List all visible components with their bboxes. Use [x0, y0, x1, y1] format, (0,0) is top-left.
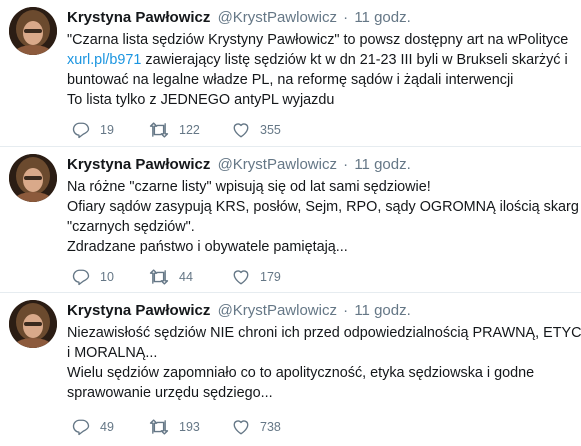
tweet[interactable]: Krystyna Pawłowicz @KrystPawlowicz · 11 …	[0, 147, 581, 293]
avatar[interactable]	[9, 154, 57, 202]
author-name[interactable]: Krystyna Pawłowicz	[67, 156, 210, 173]
reply-icon	[72, 121, 90, 139]
tweet-line: xurl.pl/b971 zawierający listę sędziów k…	[67, 50, 573, 70]
tweet-line: Wielu sędziów zapomniało co to apolitycz…	[67, 365, 535, 381]
tweet-line: "czarnych sędziów".	[67, 219, 195, 235]
tweet-link[interactable]: xurl.pl/b971	[67, 52, 141, 68]
like-button[interactable]: 355	[232, 120, 281, 140]
tweet-line: buntować na legalne władze PL, na reform…	[67, 72, 514, 88]
heart-icon	[232, 418, 250, 436]
tweet-line: Ofiary sądów zasypują KRS, posłów, Sejm,…	[67, 199, 581, 215]
author-name[interactable]: Krystyna Pawłowicz	[67, 302, 210, 319]
tweet[interactable]: Krystyna Pawłowicz @KrystPawlowicz · 11 …	[0, 293, 581, 446]
tweet-text: Niezawisłość sędziów NIE chroni ich prze…	[67, 323, 581, 403]
separator-dot: ·	[343, 156, 349, 173]
reply-count: 19	[100, 123, 114, 137]
like-count: 738	[260, 420, 281, 434]
retweet-button[interactable]: 44	[149, 267, 193, 287]
tweet-line: sprawowanie urzędu sędziego...	[67, 385, 273, 401]
retweet-count: 193	[179, 420, 200, 434]
tweet-text: "Czarna lista sędziów Krystyny Pawłowicz…	[67, 30, 573, 110]
timestamp[interactable]: 11 godz.	[354, 302, 410, 319]
retweet-count: 44	[179, 270, 193, 284]
heart-icon	[232, 121, 250, 139]
like-button[interactable]: 738	[232, 417, 281, 437]
separator-dot: ·	[343, 9, 349, 26]
reply-button[interactable]: 10	[72, 267, 114, 287]
tweet-line: Na różne "czarne listy" wpisują się od l…	[67, 179, 431, 195]
reply-count: 10	[100, 270, 114, 284]
author-handle[interactable]: @KrystPawlowicz	[218, 9, 337, 26]
tweet-line: "Czarna lista sędziów Krystyny Pawłowicz…	[67, 32, 569, 48]
tweet-line: Zdradzane państwo i obywatele pamiętają.…	[67, 239, 348, 255]
author-name[interactable]: Krystyna Pawłowicz	[67, 9, 210, 26]
retweet-count: 122	[179, 123, 200, 137]
like-count: 179	[260, 270, 281, 284]
tweet-line: To lista tylko z JEDNEGO antyPL wyjazdu	[67, 92, 335, 108]
avatar[interactable]	[9, 300, 57, 348]
avatar[interactable]	[9, 7, 57, 55]
tweet-header: Krystyna Pawłowicz @KrystPawlowicz · 11 …	[67, 155, 573, 174]
reply-button[interactable]: 49	[72, 417, 114, 437]
reply-icon	[72, 268, 90, 286]
heart-icon	[232, 268, 250, 286]
timestamp[interactable]: 11 godz.	[354, 156, 410, 173]
reply-icon	[72, 418, 90, 436]
tweet-text: Na różne "czarne listy" wpisują się od l…	[67, 177, 581, 257]
retweet-icon	[149, 268, 169, 286]
tweet-timeline: Krystyna Pawłowicz @KrystPawlowicz · 11 …	[0, 0, 581, 446]
tweet-header: Krystyna Pawłowicz @KrystPawlowicz · 11 …	[67, 301, 573, 320]
timestamp[interactable]: 11 godz.	[354, 9, 410, 26]
reply-button[interactable]: 19	[72, 120, 114, 140]
like-count: 355	[260, 123, 281, 137]
author-handle[interactable]: @KrystPawlowicz	[218, 156, 337, 173]
tweet-header: Krystyna Pawłowicz @KrystPawlowicz · 11 …	[67, 8, 573, 27]
separator-dot: ·	[343, 302, 349, 319]
retweet-button[interactable]: 122	[149, 120, 200, 140]
author-handle[interactable]: @KrystPawlowicz	[218, 302, 337, 319]
tweet-line: i MORALNĄ...	[67, 345, 158, 361]
tweet-line-text: zawierający listę sędziów kt w dn 21-23 …	[145, 52, 568, 68]
reply-count: 49	[100, 420, 114, 434]
like-button[interactable]: 179	[232, 267, 281, 287]
retweet-icon	[149, 418, 169, 436]
tweet[interactable]: Krystyna Pawłowicz @KrystPawlowicz · 11 …	[0, 0, 581, 147]
tweet-line: Niezawisłość sędziów NIE chroni ich prze…	[67, 325, 581, 341]
retweet-button[interactable]: 193	[149, 417, 200, 437]
retweet-icon	[149, 121, 169, 139]
